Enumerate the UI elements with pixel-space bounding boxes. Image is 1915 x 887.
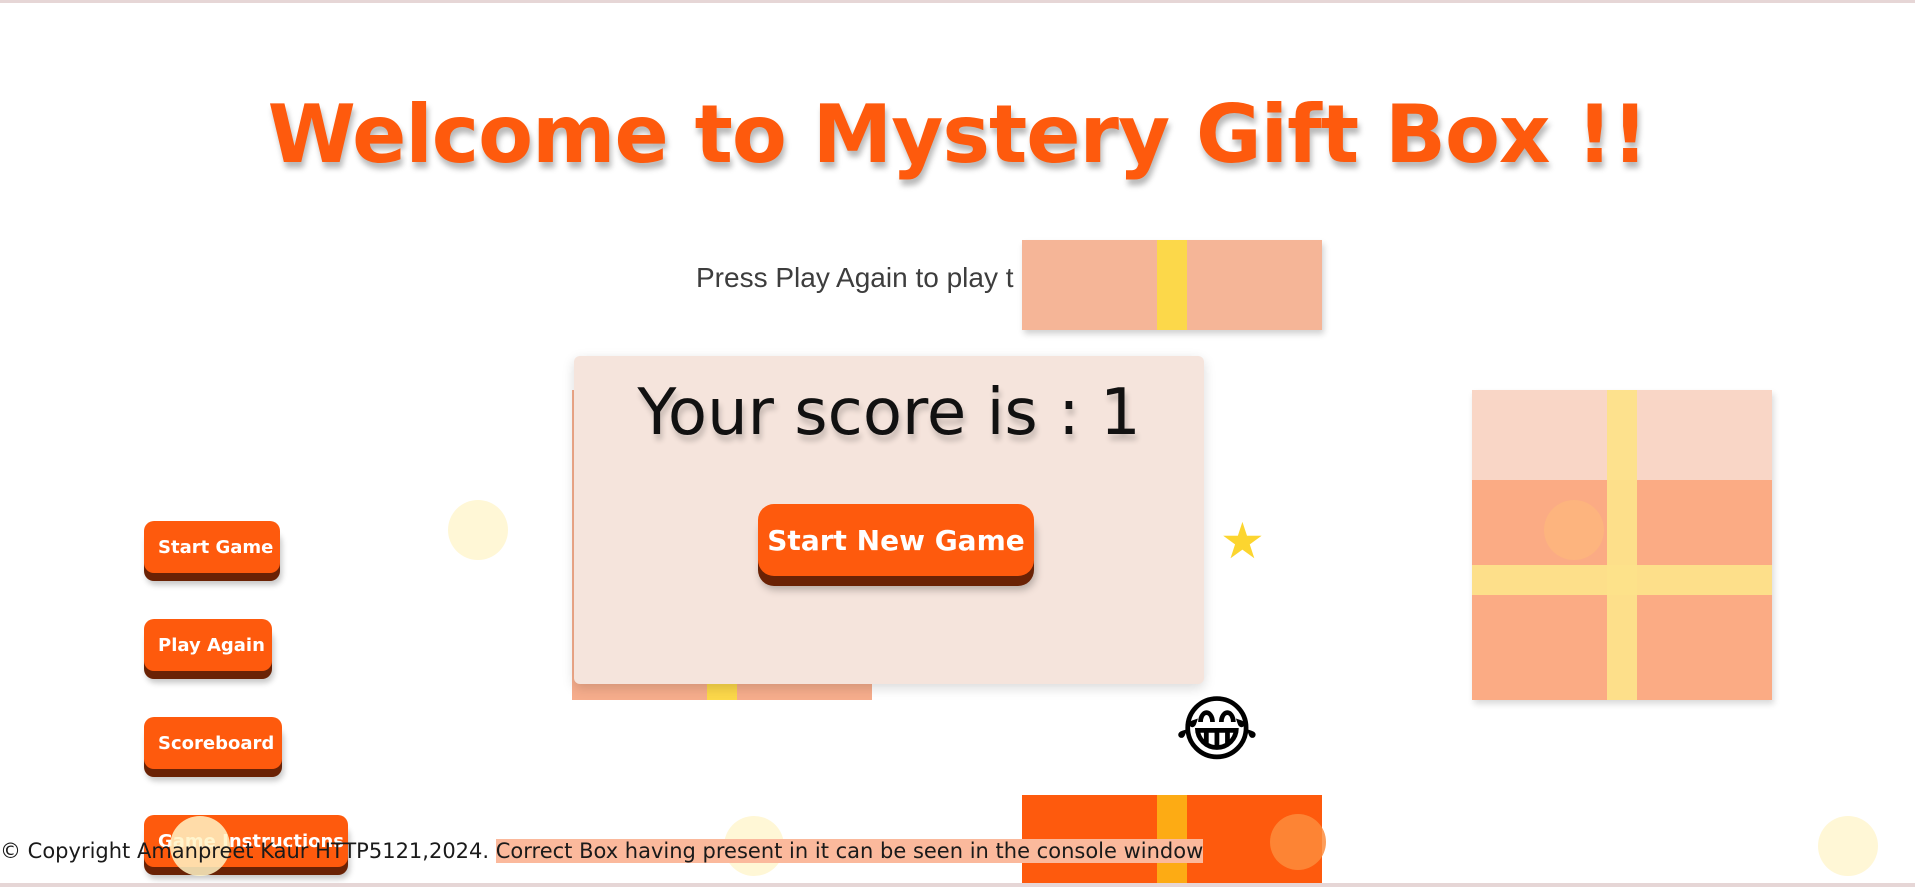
page-title: Welcome to Mystery Gift Box !! bbox=[267, 88, 1649, 181]
laughing-emoji-icon: 😂 bbox=[1174, 687, 1260, 771]
bottom-border bbox=[0, 883, 1915, 887]
start-new-game-button[interactable]: Start New Game bbox=[758, 504, 1034, 576]
confetti-dot bbox=[1544, 500, 1604, 560]
console-note: Correct Box having present in it can be … bbox=[495, 839, 1204, 863]
start-game-button[interactable]: Start Game bbox=[144, 521, 280, 573]
footer: © Copyright Amanpreet Kaur HTTP5121,2024… bbox=[0, 839, 1204, 863]
gift-ribbon bbox=[1157, 240, 1187, 330]
score-dialog: Your score is : 1 Start New Game bbox=[574, 356, 1204, 684]
gift-ribbon bbox=[1607, 390, 1637, 700]
gift-box-top[interactable] bbox=[1022, 240, 1322, 330]
score-text: Your score is : 1 bbox=[637, 376, 1141, 450]
confetti-dot bbox=[1818, 816, 1878, 876]
confetti-dot bbox=[448, 500, 508, 560]
play-again-button[interactable]: Play Again bbox=[144, 619, 272, 671]
play-again-hint: Press Play Again to play t bbox=[696, 262, 1014, 293]
top-border bbox=[0, 0, 1915, 3]
copyright-text: © Copyright Amanpreet Kaur HTTP5121,2024… bbox=[0, 839, 496, 863]
gift-ribbon bbox=[1472, 565, 1772, 595]
gift-box-right[interactable] bbox=[1472, 390, 1772, 700]
star-icon: ★ bbox=[1220, 512, 1265, 570]
scoreboard-button[interactable]: Scoreboard bbox=[144, 717, 282, 769]
confetti-dot bbox=[1270, 814, 1326, 870]
